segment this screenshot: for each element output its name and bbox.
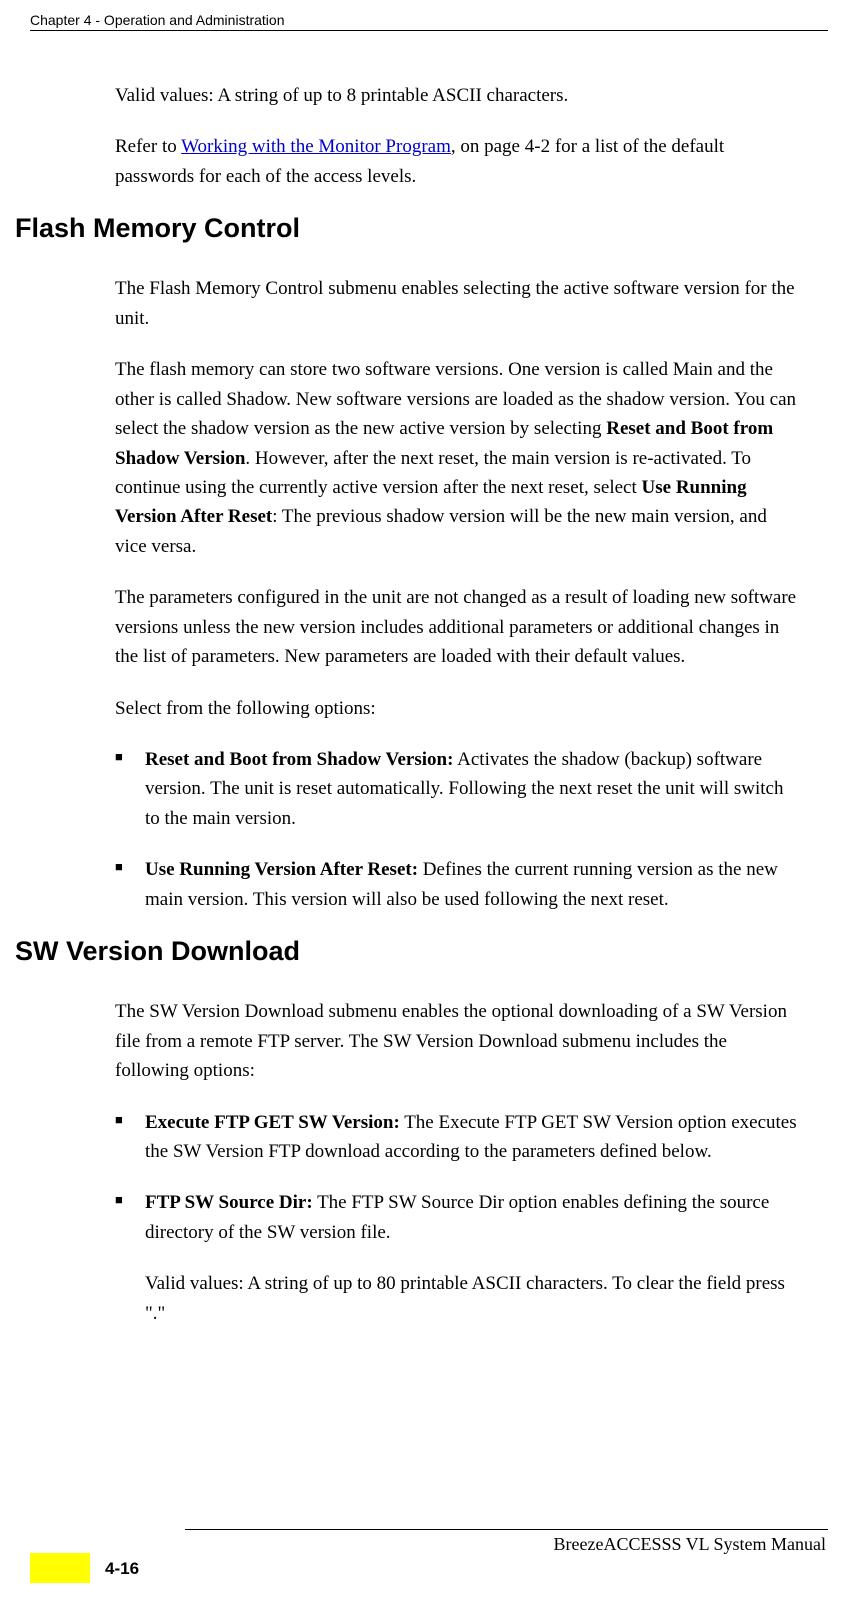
sw-para1: The SW Version Download submenu enables … (115, 997, 803, 1085)
bullet-ftp-source-dir-bold: FTP SW Source Dir: (145, 1192, 313, 1213)
bullet-reset-boot-bold: Reset and Boot from Shadow Version: (145, 749, 453, 770)
flash-para3: The parameters configured in the unit ar… (115, 583, 803, 671)
yellow-highlight (30, 1553, 90, 1583)
bullet-execute-ftp-bold: Execute FTP GET SW Version: (145, 1112, 400, 1133)
flash-memory-control-heading: Flash Memory Control (15, 213, 803, 244)
footer-page-number: 4-16 (105, 1559, 139, 1579)
footer-manual-name: BreezeACCESSS VL System Manual (15, 1534, 828, 1555)
refer-to-para: Refer to Working with the Monitor Progra… (115, 132, 803, 191)
bullet-ftp-source-dir: FTP SW Source Dir: The FTP SW Source Dir… (115, 1188, 803, 1247)
flash-para1: The Flash Memory Control submenu enables… (115, 274, 803, 333)
bullet-use-running-bold: Use Running Version After Reset: (145, 859, 418, 880)
page-header-title: Chapter 4 - Operation and Administration (30, 12, 284, 28)
sw-version-download-heading: SW Version Download (15, 936, 803, 967)
valid-values-para: Valid values: A string of up to 8 printa… (115, 81, 803, 110)
sw-valid-values: Valid values: A string of up to 80 print… (145, 1269, 803, 1328)
bullet-reset-boot: Reset and Boot from Shadow Version: Acti… (115, 745, 803, 833)
footer-rule (185, 1529, 828, 1530)
flash-para2: The flash memory can store two software … (115, 355, 803, 561)
main-content: Valid values: A string of up to 8 printa… (0, 31, 858, 1328)
flash-para4: Select from the following options: (115, 694, 803, 723)
monitor-program-link[interactable]: Working with the Monitor Program (181, 136, 451, 157)
page-footer: BreezeACCESSS VL System Manual 4-16 (15, 1529, 828, 1555)
bullet-use-running: Use Running Version After Reset: Defines… (115, 855, 803, 914)
refer-pre: Refer to (115, 136, 181, 157)
bullet-execute-ftp: Execute FTP GET SW Version: The Execute … (115, 1108, 803, 1167)
page-header: Chapter 4 - Operation and Administration (30, 12, 828, 31)
